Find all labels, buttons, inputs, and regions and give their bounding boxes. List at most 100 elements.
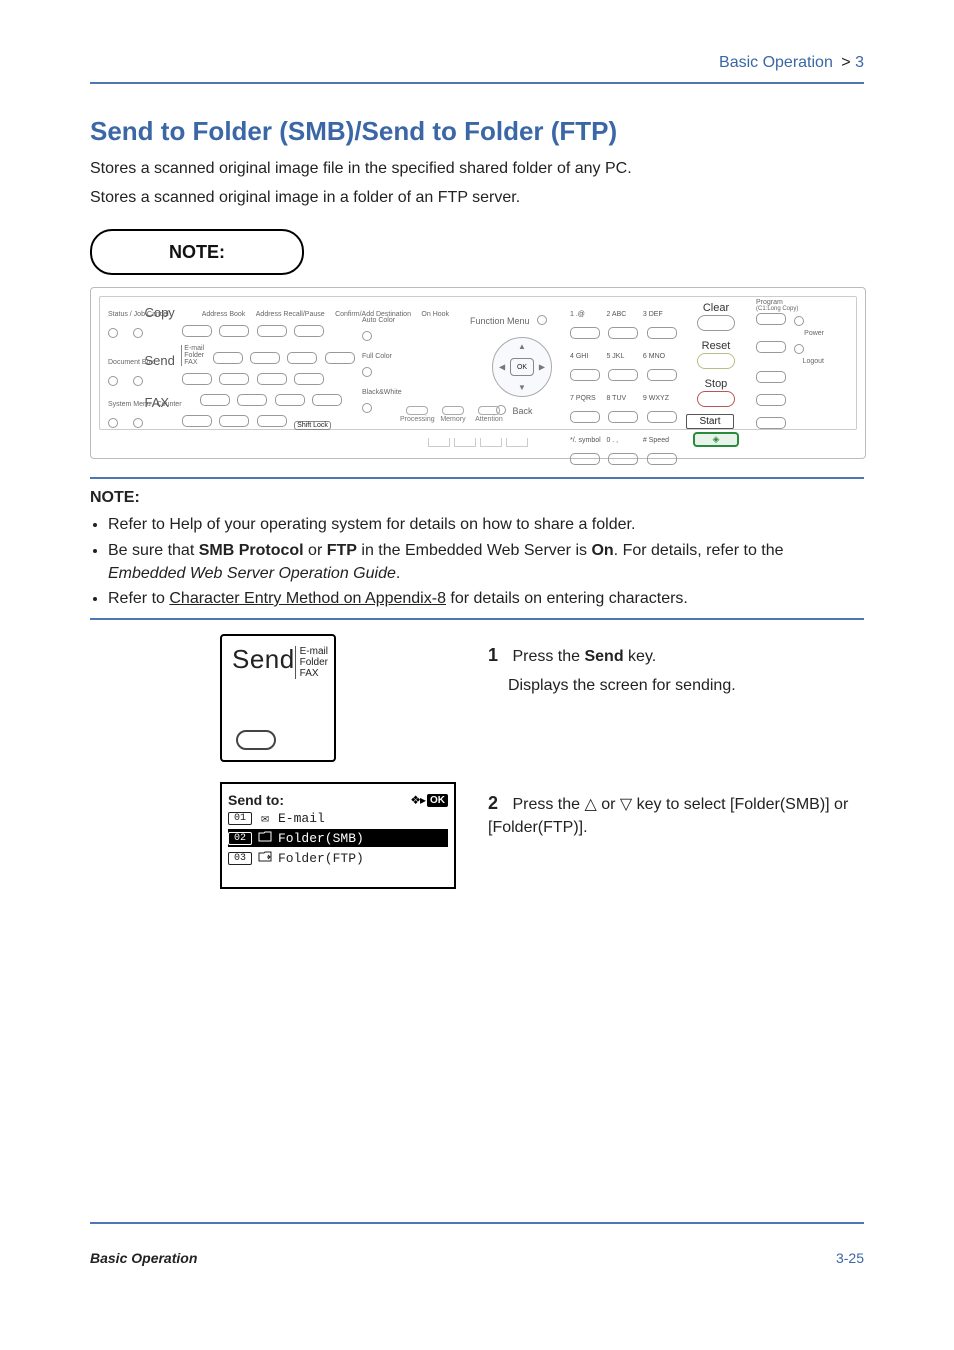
onetouch-btn[interactable] <box>250 352 280 364</box>
c5-button[interactable] <box>756 417 786 429</box>
key-8[interactable] <box>608 411 638 423</box>
key-4[interactable] <box>570 369 600 381</box>
send-card-title: Send <box>232 644 295 674</box>
dpad-right-icon[interactable]: ▶ <box>539 363 545 372</box>
key-label: 3 DEF <box>643 311 671 318</box>
reset-button[interactable] <box>697 353 735 369</box>
header-chapter-num: 3 <box>855 54 864 71</box>
note-bullets: Refer to Help of your operating system f… <box>90 513 864 610</box>
clear-button[interactable] <box>697 315 735 331</box>
key-3[interactable] <box>647 327 677 339</box>
step2-number: 2 <box>488 790 508 816</box>
power-led-icon[interactable] <box>794 316 804 326</box>
onetouch-btn[interactable] <box>275 394 305 406</box>
key-label: 5 JKL <box>606 353 634 360</box>
dpad-ok-button[interactable]: OK <box>510 358 534 376</box>
c2-button[interactable] <box>756 341 786 353</box>
c3-button[interactable] <box>756 371 786 383</box>
onetouch-btn[interactable] <box>237 394 267 406</box>
key-1[interactable] <box>570 327 600 339</box>
onetouch-btn[interactable] <box>294 325 324 337</box>
key-6[interactable] <box>647 369 677 381</box>
stop-button[interactable] <box>697 391 735 407</box>
lbl-cc: (C1:Long Copy) <box>756 306 824 312</box>
list-item[interactable]: 01 ✉ E-mail <box>228 810 448 827</box>
key-7[interactable] <box>570 411 600 423</box>
dpad-down-icon[interactable]: ▼ <box>518 383 526 392</box>
rule-1 <box>90 477 864 479</box>
appendix-link[interactable]: Character Entry Method on Appendix-8 <box>169 590 446 607</box>
func-menu-led-icon[interactable] <box>537 315 547 325</box>
onetouch-btn[interactable] <box>219 325 249 337</box>
key-label: 4 GHI <box>570 353 598 360</box>
nav-arrows-icon: ❖▸ <box>410 793 425 807</box>
panel-left-modes: Status / Job Cancel Copy Address Book Ad… <box>108 303 358 435</box>
onetouch-btn[interactable] <box>219 415 249 427</box>
memory-led-icon <box>442 406 464 415</box>
lbl-program: Program <box>756 299 824 306</box>
onetouch-btn[interactable] <box>182 415 212 427</box>
intro-p2: Stores a scanned original image in a fol… <box>90 186 864 209</box>
onetouch-btn[interactable] <box>200 394 230 406</box>
program-button[interactable] <box>756 313 786 325</box>
send-key-card: Send E-mail Folder FAX <box>220 634 336 762</box>
onetouch-btn[interactable] <box>294 373 324 385</box>
fullcolor-led-icon[interactable] <box>362 367 372 377</box>
footer-left: Basic Operation <box>90 1250 197 1266</box>
fax-led-icon <box>133 418 143 428</box>
list-item[interactable]: 03 Folder(FTP) <box>228 849 448 867</box>
logout-led-icon[interactable] <box>794 344 804 354</box>
folder-smb-icon <box>258 830 272 846</box>
onetouch-btn[interactable] <box>287 352 317 364</box>
panel-color-modes: Auto Color Full Color Black&White <box>362 309 402 417</box>
shift-lock-btn[interactable]: Shift Lock <box>294 421 331 430</box>
row-num: 01 <box>228 812 252 825</box>
bullet-3: Refer to Character Entry Method on Appen… <box>108 587 864 610</box>
onetouch-btn[interactable] <box>219 373 249 385</box>
bw-led-icon[interactable] <box>362 403 372 413</box>
section-heading: Send to Folder (SMB)/Send to Folder (FTP… <box>90 116 864 147</box>
bullet-2: Be sure that SMB Protocol or FTP in the … <box>108 539 864 585</box>
send-key-oval-icon[interactable] <box>236 730 276 750</box>
lbl-docbox: Document Box <box>108 359 140 366</box>
key-hash[interactable] <box>647 453 677 465</box>
key-star[interactable] <box>570 453 600 465</box>
c4-button[interactable] <box>756 394 786 406</box>
top-rule <box>90 82 864 84</box>
onetouch-btn[interactable] <box>312 394 342 406</box>
onetouch-btn[interactable] <box>257 373 287 385</box>
copy-led-icon <box>133 328 143 338</box>
key-2[interactable] <box>608 327 638 339</box>
key-0[interactable] <box>608 453 638 465</box>
processing-led-icon <box>406 406 428 415</box>
onetouch-btn[interactable] <box>213 352 243 364</box>
lbl-ot4: On Hook <box>421 311 449 318</box>
key-5[interactable] <box>608 369 638 381</box>
key-label: 6 MNO <box>643 353 671 360</box>
list-item[interactable]: 02 Folder(SMB) <box>228 829 448 847</box>
dpad[interactable]: ▲ ▼ ◀ ▶ OK <box>492 337 552 397</box>
key-label: 1 .@ <box>570 311 598 318</box>
ok-badge: OK <box>427 794 448 807</box>
onetouch-btn[interactable] <box>257 325 287 337</box>
dpad-left-icon[interactable]: ◀ <box>499 363 505 372</box>
lbl-clear: Clear <box>686 302 746 314</box>
row-label: Folder(SMB) <box>278 831 364 846</box>
onetouch-btn[interactable] <box>257 415 287 427</box>
onetouch-btn[interactable] <box>325 352 355 364</box>
key-label: 8 TUV <box>606 395 634 402</box>
intro-p1: Stores a scanned original image file in … <box>90 157 864 180</box>
onetouch-btn[interactable] <box>182 373 212 385</box>
key-9[interactable] <box>647 411 677 423</box>
lbl-send: Send <box>144 353 174 368</box>
dpad-up-icon[interactable]: ▲ <box>518 342 526 351</box>
lbl-attention: Attention <box>475 416 503 423</box>
onetouch-btn[interactable] <box>182 325 212 337</box>
panel-center: Function Menu <box>470 311 547 329</box>
step1-line2: Displays the screen for sending. <box>508 674 864 697</box>
lbl-bw: Black&White <box>362 389 402 396</box>
lbl-stop: Stop <box>686 378 746 390</box>
status-led-icon <box>108 328 118 338</box>
lbl-func-menu: Function Menu <box>470 316 530 326</box>
autocolor-led-icon[interactable] <box>362 331 372 341</box>
